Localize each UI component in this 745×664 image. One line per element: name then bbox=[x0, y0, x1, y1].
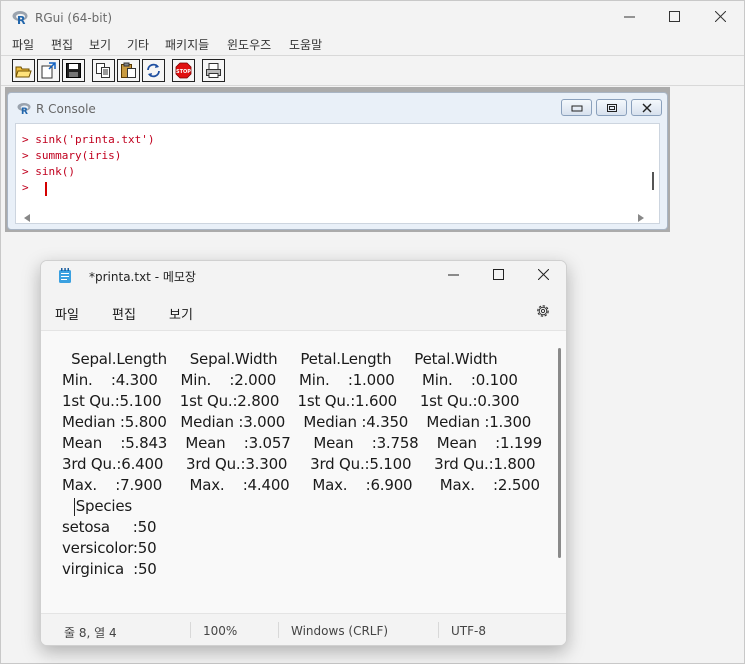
notepad-menu-view[interactable]: 보기 bbox=[169, 304, 193, 323]
svg-text:R: R bbox=[21, 107, 28, 114]
copy-icon bbox=[96, 63, 110, 78]
text-line: Max. :7.900 Max. :4.400 Max. :6.900 Max.… bbox=[62, 476, 540, 494]
notepad-text-area[interactable]: Sepal.Length Sepal.Width Petal.Length Pe… bbox=[41, 332, 566, 613]
notepad-menu-file[interactable]: 파일 bbox=[55, 304, 79, 323]
menu-file[interactable]: 파일 bbox=[12, 36, 34, 53]
text-line: Sepal.Length Sepal.Width Petal.Length Pe… bbox=[62, 350, 498, 368]
save-workspace-button[interactable] bbox=[62, 59, 85, 82]
copy-paste-button[interactable] bbox=[142, 59, 165, 82]
r-console-title: R Console bbox=[36, 102, 96, 116]
console-line: > sink() bbox=[22, 165, 75, 178]
open-script-button[interactable] bbox=[12, 59, 35, 82]
paste-icon bbox=[121, 62, 136, 78]
notepad-window[interactable]: *printa.txt - 메모장 파일 편집 보기 Sepal.Length … bbox=[40, 260, 567, 646]
minimize-button[interactable] bbox=[607, 5, 653, 29]
save-workspace-icon bbox=[66, 63, 81, 78]
rgui-title: RGui (64-bit) bbox=[35, 11, 113, 25]
close-icon bbox=[715, 11, 726, 22]
vertical-scrollbar[interactable] bbox=[652, 172, 654, 190]
print-icon bbox=[206, 63, 221, 78]
console-line: > sink('printa.txt') bbox=[22, 133, 155, 146]
scroll-right-icon[interactable] bbox=[638, 214, 644, 222]
notepad-title: *printa.txt - 메모장 bbox=[89, 270, 196, 284]
console-close-button[interactable] bbox=[631, 99, 662, 116]
r-logo-icon: R bbox=[17, 103, 31, 114]
console-restore-button[interactable] bbox=[596, 99, 627, 116]
stop-label: STOP bbox=[176, 69, 191, 75]
text-line: Median :5.800 Median :3.000 Median :4.35… bbox=[62, 413, 532, 431]
copy-button[interactable] bbox=[92, 59, 115, 82]
minimize-icon bbox=[624, 16, 635, 18]
open-script-icon bbox=[15, 66, 32, 78]
menu-edit[interactable]: 편집 bbox=[51, 36, 73, 53]
console-prompt: > bbox=[22, 181, 36, 194]
maximize-icon bbox=[493, 269, 504, 280]
vertical-scrollbar[interactable] bbox=[558, 348, 561, 558]
load-workspace-button[interactable] bbox=[37, 59, 60, 82]
close-button[interactable] bbox=[698, 5, 744, 29]
minimize-icon bbox=[448, 274, 459, 276]
rgui-titlebar: R RGui (64-bit) bbox=[1, 1, 744, 33]
menu-view[interactable]: 보기 bbox=[89, 36, 111, 53]
r-console-window[interactable]: R R Console > sink('printa.txt') > summa… bbox=[7, 92, 668, 230]
notepad-close-button[interactable] bbox=[521, 264, 566, 288]
notepad-menu-edit[interactable]: 편집 bbox=[112, 304, 136, 323]
stop-icon: STOP bbox=[175, 62, 192, 79]
status-encoding[interactable]: UTF-8 bbox=[451, 624, 486, 638]
menu-help[interactable]: 도움말 bbox=[289, 36, 322, 53]
notepad-statusbar: 줄 8, 열 4 100% Windows (CRLF) UTF-8 bbox=[41, 613, 566, 645]
paste-button[interactable] bbox=[117, 59, 140, 82]
text-line: 3rd Qu.:6.400 3rd Qu.:3.300 3rd Qu.:5.10… bbox=[62, 455, 536, 473]
text-line: Min. :4.300 Min. :2.000 Min. :1.000 Min.… bbox=[62, 371, 518, 389]
notepad-icon bbox=[59, 268, 71, 283]
console-line: > summary(iris) bbox=[22, 149, 122, 162]
text-line: 1st Qu.:5.100 1st Qu.:2.800 1st Qu.:1.60… bbox=[62, 392, 520, 410]
menu-misc[interactable]: 기타 bbox=[127, 36, 149, 53]
notepad-titlebar: *printa.txt - 메모장 bbox=[41, 261, 566, 291]
notepad-menubar: 파일 편집 보기 bbox=[41, 291, 566, 331]
text-line: Mean :5.843 Mean :3.057 Mean :3.758 Mean… bbox=[62, 434, 542, 452]
text-line: virginica :50 bbox=[62, 560, 157, 578]
status-divider bbox=[278, 622, 279, 638]
maximize-button[interactable] bbox=[652, 5, 698, 29]
minimize-icon bbox=[571, 105, 583, 112]
close-icon bbox=[538, 269, 549, 280]
text-line: versicolor:50 bbox=[62, 539, 157, 557]
status-divider bbox=[438, 622, 439, 638]
load-workspace-icon bbox=[41, 62, 56, 79]
status-cursor-position: 줄 8, 열 4 bbox=[64, 626, 117, 640]
text-line: setosa :50 bbox=[62, 518, 157, 536]
notepad-maximize-button[interactable] bbox=[476, 264, 522, 288]
maximize-icon bbox=[669, 11, 680, 22]
menu-windows[interactable]: 윈도우즈 bbox=[227, 36, 271, 53]
print-button[interactable] bbox=[202, 59, 225, 82]
text-caret bbox=[74, 498, 75, 516]
r-logo-icon: R bbox=[12, 11, 28, 25]
settings-gear-icon[interactable] bbox=[535, 303, 551, 319]
r-console-output[interactable]: > sink('printa.txt') > summary(iris) > s… bbox=[15, 123, 660, 224]
svg-text:R: R bbox=[17, 14, 26, 25]
scroll-left-icon[interactable] bbox=[24, 214, 30, 222]
copy-paste-icon bbox=[147, 63, 160, 78]
rgui-menubar: 파일 편집 보기 기타 패키지들 윈도우즈 도움말 bbox=[1, 33, 744, 55]
status-zoom[interactable]: 100% bbox=[203, 624, 237, 638]
rgui-toolbar: STOP bbox=[1, 55, 744, 86]
text-cursor bbox=[45, 182, 47, 196]
restore-icon bbox=[607, 104, 617, 112]
status-divider bbox=[190, 622, 191, 638]
close-icon bbox=[642, 103, 652, 113]
stop-button[interactable]: STOP bbox=[172, 59, 195, 82]
console-minimize-button[interactable] bbox=[561, 99, 592, 116]
text-line: Species bbox=[62, 497, 133, 515]
notepad-minimize-button[interactable] bbox=[431, 264, 477, 288]
menu-packages[interactable]: 패키지들 bbox=[165, 36, 209, 53]
status-line-ending[interactable]: Windows (CRLF) bbox=[291, 624, 388, 638]
